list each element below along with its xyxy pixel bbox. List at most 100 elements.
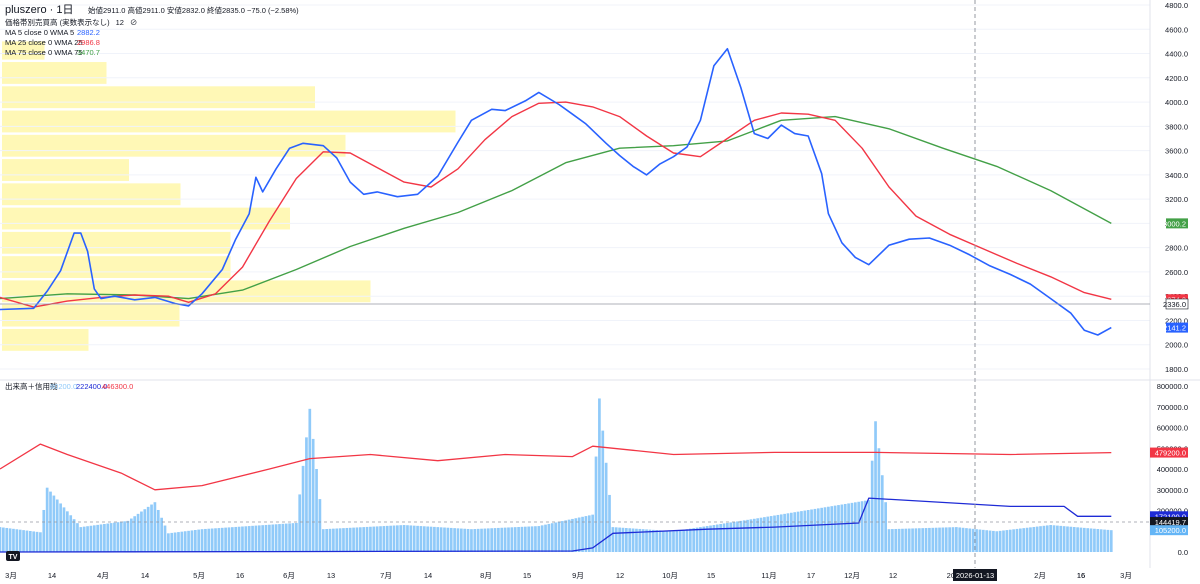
- volume-bar: [840, 504, 844, 552]
- volume-bar: [345, 527, 349, 552]
- volume-bar: [328, 528, 332, 552]
- volume-bar: [439, 527, 443, 552]
- time-tick-label: 5月: [193, 571, 205, 580]
- volume-bar: [557, 521, 561, 552]
- volume-bar: [692, 528, 696, 552]
- volume-profile-bar: [2, 86, 315, 109]
- volume-bar: [796, 511, 800, 552]
- volume-bar: [92, 525, 96, 552]
- volume-bar: [62, 507, 66, 552]
- volume-profile-bar: [2, 62, 107, 84]
- volume-bar: [877, 448, 881, 552]
- tradingview-logo-icon[interactable]: TV: [6, 551, 20, 561]
- volume-legend[interactable]: 出来高＋信用残 80200.0222400.0446300.0: [5, 381, 133, 391]
- volume-bar: [234, 526, 238, 552]
- volume-bar: [544, 524, 547, 552]
- volume-bar: [426, 526, 430, 552]
- volume-bar: [621, 527, 625, 552]
- volume-bar: [1042, 525, 1046, 552]
- indicator-volume-profile[interactable]: 価格帯別売買高 (実数表示なし) 12 ⊘: [5, 17, 137, 27]
- volume-bar: [45, 487, 49, 552]
- svg-text:2026-01-13: 2026-01-13: [956, 571, 994, 580]
- price-tick-label: 3600.0: [1165, 147, 1188, 156]
- volume-bar: [399, 525, 403, 552]
- volume-bar: [951, 527, 955, 552]
- volume-bar: [813, 508, 817, 552]
- chart-canvas[interactable]: 4800.0 4600.0 4400.0 4200.0 4000.0 3800.0 3600…: [0, 0, 1200, 584]
- ma-legend-value: 2882.2: [77, 28, 100, 37]
- ma-legend-label[interactable]: MA 25 close 0 WMA 25: [5, 38, 83, 47]
- price-tick-label: 4800.0: [1165, 1, 1188, 10]
- price-tick-label: 3800.0: [1165, 122, 1188, 131]
- volume-bar: [486, 528, 490, 552]
- volume-bar: [564, 520, 568, 552]
- ma-legend[interactable]: MA 5 close 0 WMA 5 2882.2MA 25 close 0 WM…: [5, 28, 100, 57]
- volume-tag-label: 105200.0: [1155, 526, 1186, 535]
- ma-legend-label[interactable]: MA 75 close 0 WMA 75: [5, 48, 83, 57]
- ma-legend-value: 3470.7: [77, 48, 100, 57]
- volume-bar: [177, 532, 180, 552]
- ma-legend-label[interactable]: MA 5 close 0 WMA 5: [5, 28, 74, 37]
- volume-bar: [2, 527, 5, 552]
- volume-bar: [200, 529, 204, 552]
- time-tick-label: 16: [1077, 571, 1085, 580]
- volume-bar: [210, 528, 214, 552]
- volume-bar: [729, 522, 733, 552]
- volume-bar: [561, 521, 564, 552]
- volume-bar: [759, 517, 763, 552]
- volume-bar: [126, 520, 130, 552]
- volume-bar: [645, 529, 648, 552]
- volume-bar: [702, 526, 706, 552]
- volume-bar: [998, 530, 1002, 552]
- volume-bar: [247, 526, 251, 552]
- volume-bar: [695, 527, 699, 552]
- volume-tick-label: 600000.0: [1157, 424, 1188, 433]
- volume-bar: [433, 526, 436, 552]
- volume-tick-label: 400000.0: [1157, 465, 1188, 474]
- price-tag-label: 3000.2: [1163, 219, 1186, 228]
- volume-bar: [1025, 527, 1029, 552]
- volume-bar: [1002, 530, 1005, 552]
- volume-bar: [894, 528, 898, 552]
- volume-bar: [453, 528, 456, 552]
- volume-bar: [352, 527, 355, 552]
- volume-bar: [183, 531, 187, 552]
- volume-bar: [1066, 526, 1069, 552]
- volume-bar: [938, 527, 941, 552]
- volume-bar: [308, 408, 312, 552]
- volume-bar: [773, 515, 776, 552]
- volume-bar: [971, 528, 975, 552]
- volume-bar: [207, 528, 211, 552]
- volume-bar: [470, 529, 473, 552]
- volume-bar: [1079, 527, 1083, 552]
- volume-bar: [66, 511, 69, 552]
- volume-tick-label: 300000.0: [1157, 486, 1188, 495]
- volume-bar: [1045, 525, 1049, 552]
- volume-bar: [402, 525, 406, 552]
- volume-bar: [1062, 526, 1066, 552]
- volume-bar: [490, 528, 493, 552]
- volume-bar: [261, 525, 265, 552]
- volume-bar: [887, 529, 891, 552]
- volume-bar: [675, 530, 679, 552]
- volume-bar: [153, 502, 157, 552]
- symbol-title[interactable]: pluszero · 1日: [5, 4, 73, 16]
- volume-bar: [571, 518, 574, 552]
- volume-bar: [1029, 527, 1032, 552]
- volume-bar: [385, 525, 389, 552]
- volume-bar: [301, 465, 305, 552]
- volume-bar: [227, 527, 231, 552]
- volume-bar: [833, 505, 837, 552]
- volume-bar: [187, 530, 190, 552]
- volume-bar: [678, 530, 682, 552]
- volume-bar: [140, 511, 143, 552]
- volume-bar: [466, 528, 470, 552]
- volume-bar: [18, 529, 22, 552]
- volume-bar: [25, 530, 29, 552]
- volume-bar: [567, 519, 571, 552]
- volume-bar: [170, 532, 174, 552]
- time-tick-label: 3月: [5, 571, 17, 580]
- volume-bar: [1103, 529, 1106, 552]
- volume-bar: [534, 526, 537, 552]
- volume-bar: [446, 527, 450, 552]
